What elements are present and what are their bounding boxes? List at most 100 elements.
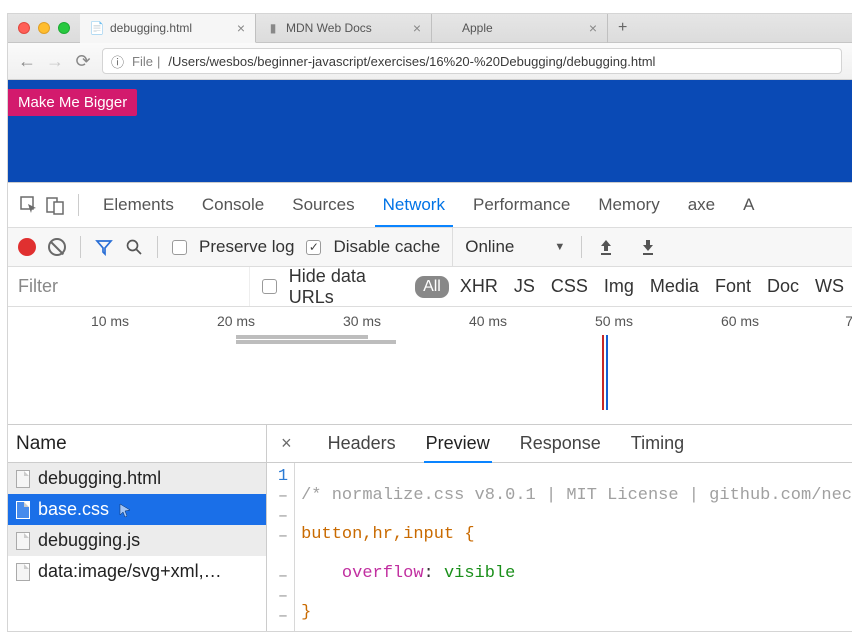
timeline-bar xyxy=(236,335,368,339)
search-icon[interactable] xyxy=(125,238,143,256)
request-row-selected[interactable]: base.css xyxy=(8,494,266,525)
network-timeline[interactable]: 10 ms 20 ms 30 ms 40 ms 50 ms 60 ms 70 xyxy=(8,307,852,425)
tab-sources[interactable]: Sources xyxy=(278,183,368,227)
request-row[interactable]: debugging.js xyxy=(8,525,266,556)
tab-more[interactable]: A xyxy=(729,183,768,227)
time-mark: 20 ms xyxy=(217,313,255,329)
filter-js[interactable]: JS xyxy=(514,276,535,297)
tab-performance[interactable]: Performance xyxy=(459,183,584,227)
tab-title: Apple xyxy=(462,21,493,35)
maximize-window-button[interactable] xyxy=(58,22,70,34)
tab-title: debugging.html xyxy=(110,21,192,35)
document-icon xyxy=(16,501,30,519)
mdn-icon: ▮ xyxy=(266,21,280,35)
filter-font[interactable]: Font xyxy=(715,276,751,297)
detail-tab-preview[interactable]: Preview xyxy=(426,433,490,454)
network-request-list: Name debugging.html base.css debugging.j… xyxy=(8,425,267,631)
record-button[interactable] xyxy=(18,238,36,256)
request-name: debugging.html xyxy=(38,468,161,489)
close-tab-icon[interactable]: × xyxy=(413,20,421,36)
document-icon xyxy=(16,563,30,581)
filter-ws[interactable]: WS xyxy=(815,276,844,297)
tab-debugging[interactable]: 📄 debugging.html × xyxy=(80,14,256,43)
filter-css[interactable]: CSS xyxy=(551,276,588,297)
url-scheme: File xyxy=(132,54,153,69)
network-filterbar: Filter Hide data URLs All XHR JS CSS Img… xyxy=(8,267,852,307)
tab-apple[interactable]: Apple × xyxy=(432,14,608,43)
url-input[interactable]: ⓘ File | /Users/wesbos/beginner-javascri… xyxy=(102,48,842,74)
devtools-tabbar: Elements Console Sources Network Perform… xyxy=(8,183,852,227)
throttle-select[interactable]: Online ▼ xyxy=(452,228,565,266)
detail-tab-response[interactable]: Response xyxy=(520,433,601,454)
file-icon: 📄 xyxy=(90,21,104,35)
document-icon xyxy=(16,532,30,550)
time-mark: 70 xyxy=(845,313,852,329)
filter-media[interactable]: Media xyxy=(650,276,699,297)
close-tab-icon[interactable]: × xyxy=(589,20,597,36)
new-tab-button[interactable]: + xyxy=(608,19,637,37)
detail-tab-timing[interactable]: Timing xyxy=(631,433,684,454)
tab-mdn[interactable]: ▮ MDN Web Docs × xyxy=(256,14,432,43)
document-icon xyxy=(16,470,30,488)
request-name: debugging.js xyxy=(38,530,140,551)
filter-icon[interactable] xyxy=(95,238,113,256)
back-button[interactable]: ← xyxy=(18,51,36,72)
time-mark: 50 ms xyxy=(595,313,633,329)
column-name-header[interactable]: Name xyxy=(8,425,266,463)
request-row[interactable]: debugging.html xyxy=(8,463,266,494)
close-detail-icon[interactable]: × xyxy=(281,433,292,454)
browser-tabstrip: 📄 debugging.html × ▮ MDN Web Docs × Appl… xyxy=(8,14,852,43)
filter-all[interactable]: All xyxy=(415,276,449,298)
filter-img[interactable]: Img xyxy=(604,276,634,297)
close-window-button[interactable] xyxy=(18,22,30,34)
preview-code[interactable]: 1 – – – – – – /* normalize.css v8.0.1 | … xyxy=(267,463,852,631)
minimize-window-button[interactable] xyxy=(38,22,50,34)
make-me-bigger-button[interactable]: Make Me Bigger xyxy=(8,89,137,116)
url-path: /Users/wesbos/beginner-javascript/exerci… xyxy=(168,54,655,69)
filter-doc[interactable]: Doc xyxy=(767,276,799,297)
tab-network[interactable]: Network xyxy=(369,183,459,227)
filter-xhr[interactable]: XHR xyxy=(460,276,498,297)
tab-memory[interactable]: Memory xyxy=(584,183,673,227)
time-mark: 60 ms xyxy=(721,313,759,329)
page-viewport: Make Me Bigger xyxy=(8,80,852,182)
detail-tabbar: × Headers Preview Response Timing xyxy=(267,425,852,463)
request-row[interactable]: data:image/svg+xml,… xyxy=(8,556,266,587)
request-name: base.css xyxy=(38,499,109,520)
tab-elements[interactable]: Elements xyxy=(89,183,188,227)
site-info-icon[interactable]: ⓘ xyxy=(111,52,124,71)
hide-data-urls-checkbox[interactable] xyxy=(262,279,276,294)
download-har-icon[interactable] xyxy=(640,238,656,256)
close-tab-icon[interactable]: × xyxy=(237,20,245,36)
time-mark: 30 ms xyxy=(343,313,381,329)
device-toolbar-icon[interactable] xyxy=(42,192,68,218)
request-name: data:image/svg+xml,… xyxy=(38,561,222,582)
clear-button[interactable] xyxy=(48,238,66,256)
timeline-bar xyxy=(236,340,396,344)
window-controls[interactable] xyxy=(8,22,80,34)
tab-axe[interactable]: axe xyxy=(674,183,729,227)
code-gutter: 1 – – – – – – xyxy=(267,463,295,631)
filter-input[interactable]: Filter xyxy=(8,267,250,306)
tab-console[interactable]: Console xyxy=(188,183,278,227)
disable-cache-label: Disable cache xyxy=(333,237,440,257)
preserve-log-checkbox[interactable] xyxy=(172,240,187,255)
address-bar: ← → ⟳ ⓘ File | /Users/wesbos/beginner-ja… xyxy=(8,43,852,80)
disable-cache-checkbox[interactable] xyxy=(306,240,321,255)
chevron-down-icon: ▼ xyxy=(554,241,565,253)
devtools-panel: Elements Console Sources Network Perform… xyxy=(8,182,852,631)
upload-har-icon[interactable] xyxy=(598,238,614,256)
code-source: /* normalize.css v8.0.1 | MIT License | … xyxy=(295,463,852,631)
inspect-element-icon[interactable] xyxy=(16,192,42,218)
forward-button[interactable]: → xyxy=(46,51,64,72)
detail-tab-headers[interactable]: Headers xyxy=(328,433,396,454)
throttle-value: Online xyxy=(465,237,514,257)
network-toolbar: Preserve log Disable cache Online ▼ xyxy=(8,227,852,267)
reload-button[interactable]: ⟳ xyxy=(74,51,92,72)
request-detail-panel: × Headers Preview Response Timing 1 – – … xyxy=(267,425,852,631)
cursor-icon xyxy=(117,502,133,518)
hide-data-urls-label: Hide data URLs xyxy=(289,266,409,308)
time-mark: 40 ms xyxy=(469,313,507,329)
load-event-line xyxy=(602,335,604,410)
preserve-log-label: Preserve log xyxy=(199,237,294,257)
